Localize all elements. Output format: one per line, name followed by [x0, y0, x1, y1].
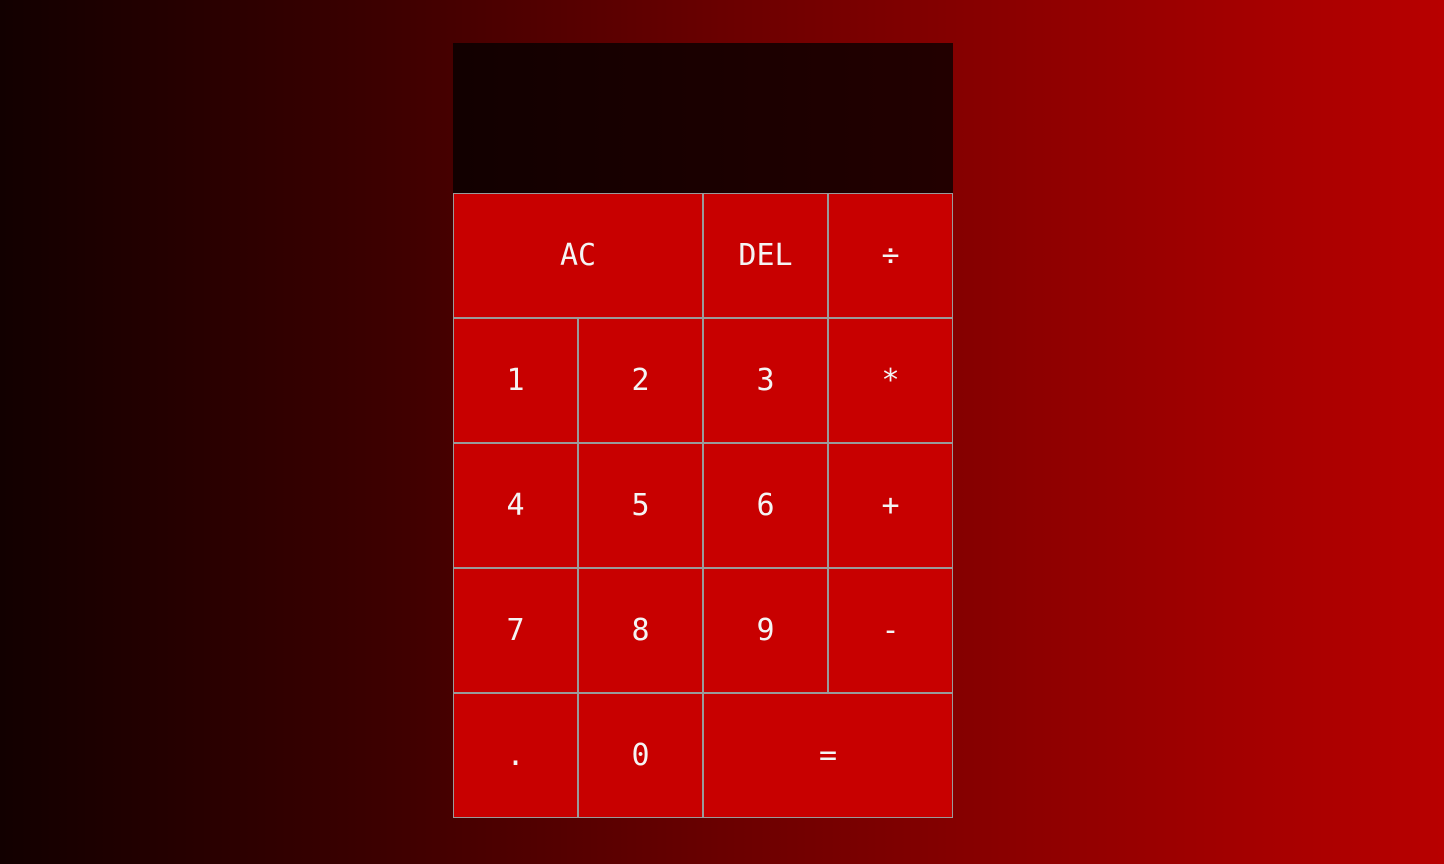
digit-0-button[interactable]: 0 — [578, 693, 703, 818]
digit-6-button[interactable]: 6 — [703, 443, 828, 568]
decimal-point-button[interactable]: . — [453, 693, 578, 818]
delete-button[interactable]: DEL — [703, 193, 828, 318]
digit-9-button[interactable]: 9 — [703, 568, 828, 693]
digit-5-button[interactable]: 5 — [578, 443, 703, 568]
calculator-display — [453, 43, 953, 193]
calculator-grid: AC DEL ÷ 1 2 3 * 4 5 6 + 7 8 9 - . 0 = — [453, 43, 953, 818]
subtract-button[interactable]: - — [828, 568, 953, 693]
equals-button[interactable]: = — [703, 693, 953, 818]
digit-4-button[interactable]: 4 — [453, 443, 578, 568]
all-clear-button[interactable]: AC — [453, 193, 703, 318]
digit-3-button[interactable]: 3 — [703, 318, 828, 443]
digit-2-button[interactable]: 2 — [578, 318, 703, 443]
divide-button[interactable]: ÷ — [828, 193, 953, 318]
digit-8-button[interactable]: 8 — [578, 568, 703, 693]
digit-7-button[interactable]: 7 — [453, 568, 578, 693]
digit-1-button[interactable]: 1 — [453, 318, 578, 443]
multiply-button[interactable]: * — [828, 318, 953, 443]
add-button[interactable]: + — [828, 443, 953, 568]
